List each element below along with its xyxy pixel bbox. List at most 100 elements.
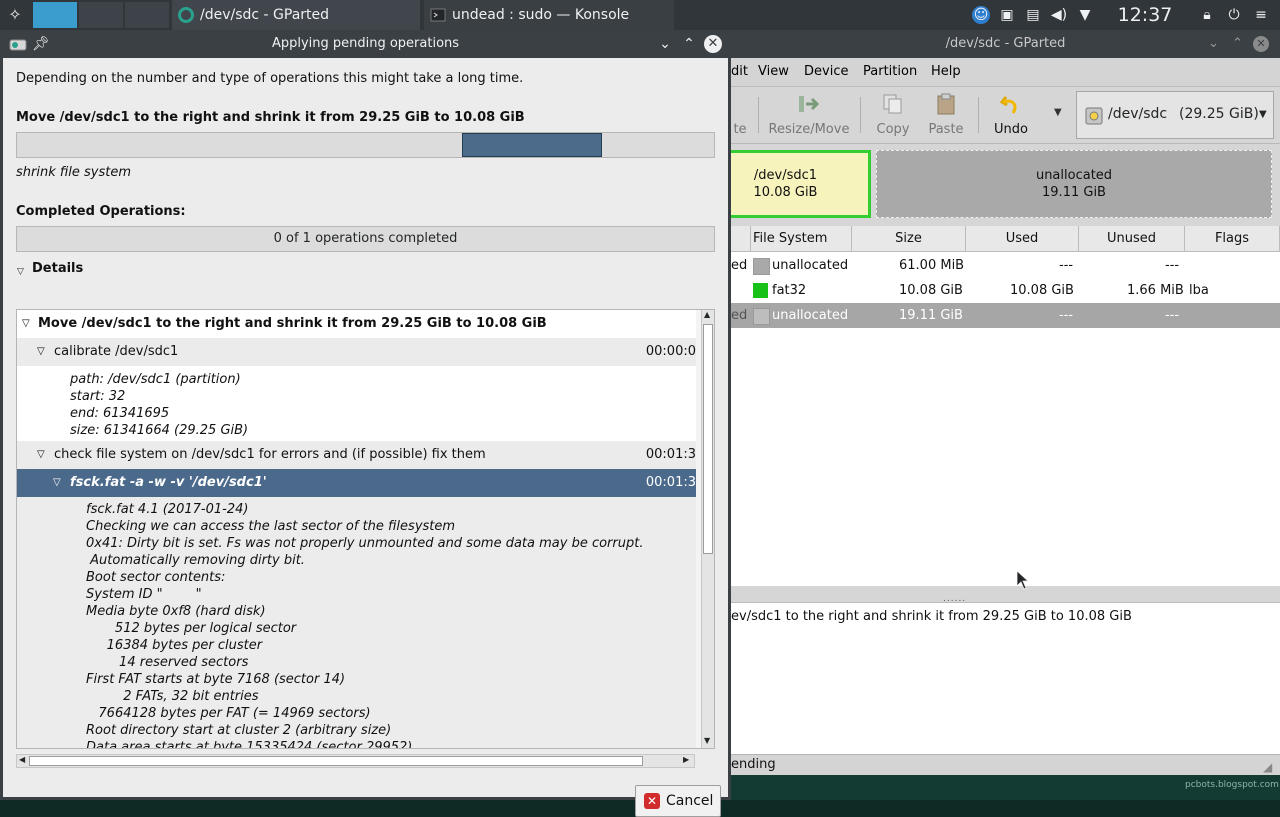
scroll-up-icon[interactable]: ▲ <box>704 310 710 319</box>
paste-icon <box>937 93 955 115</box>
device-name: /dev/sdc <box>1108 106 1168 122</box>
tree-collapse-icon[interactable]: ▽ <box>22 310 30 338</box>
watermark: pcbots.blogspot.com <box>1185 780 1279 790</box>
tree-node-check[interactable]: ▽ check file system on /dev/sdc1 for err… <box>17 441 696 469</box>
pin-icon[interactable]: 📌︎ <box>32 35 50 53</box>
column-header-size[interactable]: Size <box>852 226 966 252</box>
calibrate-details: path: /dev/sdc1 (partition) start: 32 en… <box>17 366 696 441</box>
completed-operations-text: 0 of 1 operations completed <box>273 231 458 246</box>
close-icon[interactable]: ✕ <box>704 35 722 53</box>
copy-button[interactable]: Copy <box>869 91 917 139</box>
vertical-scrollbar[interactable]: ▲ ▼ <box>701 310 714 748</box>
gparted-menubar: dit View Device Partition Help <box>731 58 1280 87</box>
table-cell-filesystem: unallocated <box>772 258 849 273</box>
dialog-title: Applying pending operations <box>271 36 460 51</box>
tree-node-label: calibrate /dev/sdc1 <box>54 344 179 359</box>
horizontal-scrollbar-thumb[interactable] <box>29 756 643 766</box>
scroll-down-icon[interactable]: ▼ <box>704 736 710 745</box>
filesystem-color-swatch <box>753 258 770 275</box>
output-line: Automatically removing dirty bit. <box>86 553 305 568</box>
tree-collapse-icon[interactable]: ▽ <box>37 441 45 469</box>
details-expander-label[interactable]: Details <box>32 261 83 276</box>
tree-node-move[interactable]: ▽ Move /dev/sdc1 to the right and shrink… <box>17 310 696 338</box>
task-gparted[interactable]: /dev/sdc - GParted <box>172 0 420 30</box>
paste-label: Paste <box>928 122 964 137</box>
scroll-left-icon[interactable]: ◀ <box>19 755 25 764</box>
network-icon[interactable]: ▣ <box>998 6 1016 24</box>
power-icon[interactable]: ⏻ <box>1225 6 1243 24</box>
table-cell-used: 10.08 GiB <box>1010 283 1074 298</box>
taskbar: ✧ /dev/sdc - GParted undead : sudo — Kon… <box>0 0 1280 56</box>
dialog-body: Depending on the number and type of oper… <box>3 58 728 817</box>
column-header-unused[interactable]: Unused <box>1079 226 1185 252</box>
output-line: Root directory start at cluster 2 (arbit… <box>86 723 392 738</box>
column-header-filesystem[interactable]: File System <box>751 226 852 252</box>
pager-desktop-3[interactable] <box>125 2 169 28</box>
pending-operation-item[interactable]: ev/sdc1 to the right and shrink it from … <box>731 609 1132 624</box>
toolbar-overflow-icon[interactable]: ▼ <box>1054 107 1062 118</box>
vertical-scrollbar-thumb[interactable] <box>703 324 713 554</box>
undo-button[interactable]: Undo <box>986 91 1036 139</box>
output-line: 0x41: Dirty bit is set. Fs was not prope… <box>86 536 644 551</box>
column-header-flags[interactable]: Flags <box>1185 226 1280 252</box>
table-cell-unused: --- <box>1165 308 1180 323</box>
table-cell-size: 61.00 MiB <box>899 258 965 273</box>
menu-partition[interactable]: Partition <box>863 58 917 86</box>
column-header-used[interactable]: Used <box>966 226 1079 252</box>
pager-desktop-2[interactable] <box>79 2 123 28</box>
delete-button[interactable]: te <box>731 91 749 139</box>
scroll-right-icon[interactable]: ▶ <box>683 755 689 764</box>
partition-map-unallocated[interactable]: unallocated 19.11 GiB <box>876 150 1272 218</box>
minimize-icon[interactable]: ⌄ <box>656 35 674 53</box>
pager-desktop-1[interactable] <box>33 2 77 28</box>
toolbar-separator <box>860 97 861 133</box>
menu-view[interactable]: View <box>758 58 789 86</box>
paste-button[interactable]: Paste <box>922 91 970 139</box>
output-line: Data area starts at byte 15335424 (secto… <box>86 740 413 749</box>
clock[interactable]: 12:37 AM <box>1100 0 1190 56</box>
minimize-icon[interactable]: ⌄ <box>1208 30 1219 58</box>
device-selector[interactable]: /dev/sdc (29.25 GiB) ▼ <box>1076 91 1274 139</box>
task-konsole[interactable]: undead : sudo — Konsole <box>424 0 674 30</box>
menu-help[interactable]: Help <box>931 58 961 86</box>
info-line: path: /dev/sdc1 (partition) <box>70 372 241 387</box>
partition-map-sdc1[interactable]: /dev/sdc1 10.08 GiB <box>731 150 871 218</box>
undo-label: Undo <box>994 122 1028 137</box>
menu-icon[interactable]: ≡ <box>1252 6 1270 24</box>
close-icon[interactable]: ✕ <box>1253 36 1269 52</box>
tree-collapse-icon[interactable]: ▽ <box>53 469 61 497</box>
resize-grip-icon[interactable]: ◢ <box>1263 757 1272 777</box>
cancel-icon: ✕ <box>644 793 660 809</box>
info-line: end: 61341695 <box>70 406 170 421</box>
application-launcher-icon[interactable]: ✧ <box>0 0 30 30</box>
lock-icon[interactable]: 🔒︎ <box>1198 6 1216 24</box>
chevron-down-icon: ▼ <box>1259 109 1267 120</box>
fsck-output: fsck.fat 4.1 (2017-01-24) Checking we ca… <box>17 497 696 749</box>
maximize-icon[interactable]: ⌃ <box>1232 30 1243 58</box>
pending-operations-list: ev/sdc1 to the right and shrink it from … <box>731 602 1280 755</box>
menu-device[interactable]: Device <box>804 58 848 86</box>
details-expander-icon[interactable]: ▽ <box>17 267 24 277</box>
tray-expand-icon[interactable]: ▼ <box>1076 6 1094 24</box>
output-line: System ID " " <box>86 587 202 602</box>
table-row[interactable]: fat32 10.08 GiB 10.08 GiB 1.66 MiB lba <box>731 278 1280 303</box>
maximize-icon[interactable]: ⌃ <box>680 35 698 53</box>
clipboard-icon[interactable]: ▤ <box>1024 6 1042 24</box>
current-operation-title: Move /dev/sdc1 to the right and shrink i… <box>16 110 525 125</box>
table-row[interactable]: ed unallocated 19.11 GiB --- --- <box>731 303 1280 328</box>
apply-operations-dialog: Applying pending operations 📌︎ ⌄ ⌃ ✕ Dep… <box>0 30 731 817</box>
resize-move-button[interactable]: Resize/Move <box>766 91 852 139</box>
tree-node-fsck[interactable]: ▽ fsck.fat -a -w -v '/dev/sdc1' 00:01:3 <box>17 469 696 497</box>
app-menu-icon[interactable] <box>9 39 27 51</box>
tree-node-calibrate[interactable]: ▽ calibrate /dev/sdc1 00:00:0 <box>17 338 696 366</box>
details-tree: ▽ Move /dev/sdc1 to the right and shrink… <box>16 309 715 749</box>
column-header-partition[interactable] <box>731 226 751 252</box>
cancel-button[interactable]: ✕ Cancel <box>635 785 721 817</box>
gparted-icon <box>178 7 194 23</box>
horizontal-scrollbar[interactable]: ◀ ▶ <box>16 754 695 768</box>
table-row[interactable]: ed unallocated 61.00 MiB --- --- <box>731 253 1280 278</box>
accessibility-icon[interactable]: ☺ <box>972 6 990 24</box>
tree-collapse-icon[interactable]: ▽ <box>37 338 45 366</box>
menu-edit[interactable]: dit <box>731 58 748 86</box>
volume-icon[interactable]: ◀) <box>1050 6 1068 24</box>
